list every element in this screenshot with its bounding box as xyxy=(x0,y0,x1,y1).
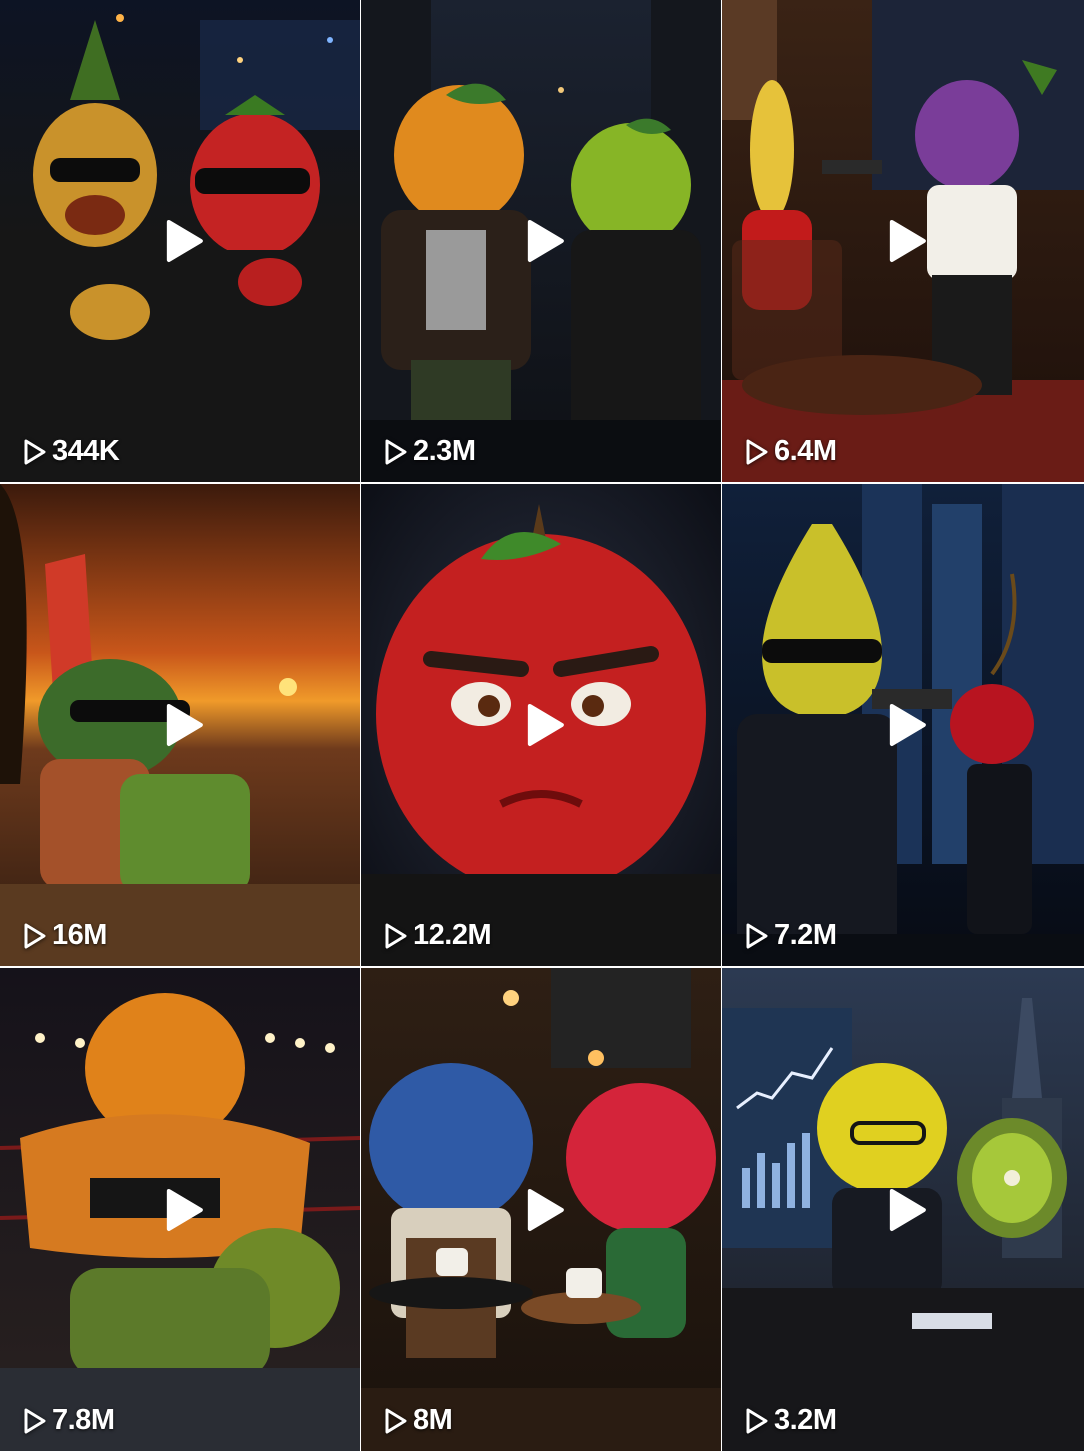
view-count-label: 344K xyxy=(52,435,120,467)
video-grid: 344K 2.3M 6.4M 16M 12.2M 7.2M 7.8M 8M 3.… xyxy=(0,0,1084,1451)
view-count-label: 8M xyxy=(413,1404,453,1436)
play-outline-icon xyxy=(24,1408,46,1433)
view-count: 6.4M xyxy=(744,435,837,468)
play-outline-icon xyxy=(746,1408,768,1433)
play-icon xyxy=(166,220,203,262)
play-outline-icon xyxy=(746,923,768,948)
view-count: 7.8M xyxy=(22,1404,115,1437)
view-count: 16M xyxy=(22,919,107,952)
video-thumbnail-4[interactable]: 16M xyxy=(0,484,360,966)
play-icon xyxy=(527,704,564,746)
view-count-label: 2.3M xyxy=(413,435,476,467)
view-count: 8M xyxy=(383,1404,453,1437)
video-thumbnail-2[interactable]: 2.3M xyxy=(361,0,721,482)
video-thumbnail-5[interactable]: 12.2M xyxy=(361,484,721,966)
play-icon xyxy=(889,1188,926,1231)
play-outline-icon xyxy=(385,923,407,948)
play-icon xyxy=(889,220,926,262)
video-thumbnail-3[interactable]: 6.4M xyxy=(722,0,1084,482)
video-thumbnail-6[interactable]: 7.2M xyxy=(722,484,1084,966)
view-count-label: 3.2M xyxy=(774,1404,837,1436)
play-icon xyxy=(166,1188,203,1231)
video-thumbnail-9[interactable]: 3.2M xyxy=(722,968,1084,1451)
play-outline-icon xyxy=(385,1408,407,1433)
view-count-label: 6.4M xyxy=(774,435,837,467)
view-count: 344K xyxy=(22,435,120,468)
view-count-label: 7.2M xyxy=(774,919,837,951)
video-thumbnail-8[interactable]: 8M xyxy=(361,968,721,1451)
play-icon xyxy=(889,704,926,746)
view-count: 3.2M xyxy=(744,1404,837,1437)
video-thumbnail-7[interactable]: 7.8M xyxy=(0,968,360,1451)
view-count-label: 7.8M xyxy=(52,1404,115,1436)
play-outline-icon xyxy=(746,439,768,464)
view-count: 2.3M xyxy=(383,435,476,468)
view-count: 7.2M xyxy=(744,919,837,952)
play-icon xyxy=(166,704,203,746)
view-count-label: 16M xyxy=(52,919,107,951)
video-thumbnail-1[interactable]: 344K xyxy=(0,0,360,482)
play-outline-icon xyxy=(24,923,46,948)
play-icon xyxy=(527,220,564,262)
view-count-label: 12.2M xyxy=(413,919,492,951)
play-icon xyxy=(527,1188,564,1231)
play-outline-icon xyxy=(24,439,46,464)
view-count: 12.2M xyxy=(383,919,492,952)
play-outline-icon xyxy=(385,439,407,464)
